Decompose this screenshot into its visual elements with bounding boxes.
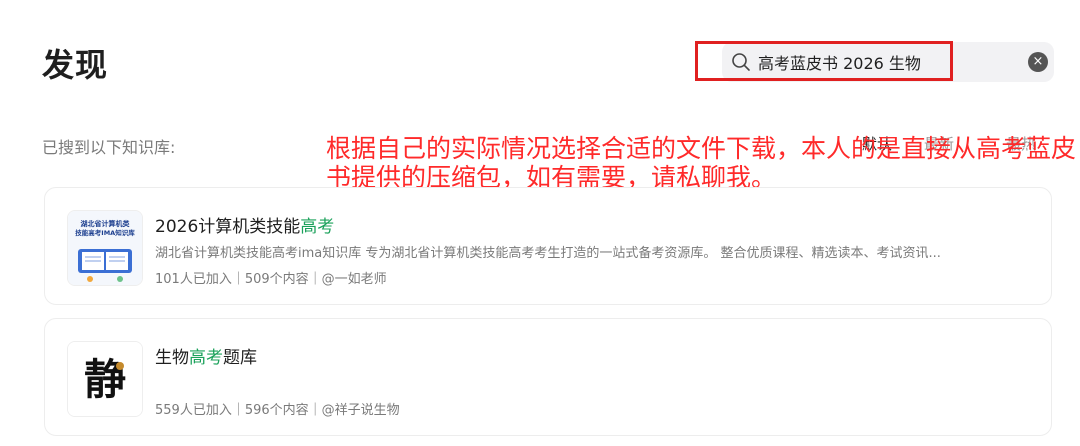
card-thumbnail: 静 — [67, 341, 143, 417]
search-input[interactable] — [758, 48, 948, 76]
thumb-line-1: 湖北省计算机类 — [81, 219, 131, 228]
card-title-prefix: 生物 — [155, 348, 189, 368]
card-meta: 559人已加入｜596个内容｜@祥子说生物 — [155, 403, 400, 418]
card-title-suffix: 题库 — [223, 348, 257, 368]
card-title[interactable]: 2026计算机类技能高考 — [155, 212, 334, 237]
red-annotation-text: 根据自己的实际情况选择合适的文件下载，本人的是直接从高考蓝皮书提供的压缩包，如有… — [326, 134, 1077, 192]
calligraphy-icon: 静 — [68, 342, 142, 416]
thumb-line-2: 技能高考IMA知识库 — [75, 228, 135, 237]
card-meta: 101人已加入｜509个内容｜@一如老师 — [155, 272, 387, 287]
card-title-highlight: 高考 — [300, 217, 335, 237]
page-title: 发现 — [42, 46, 109, 84]
card-title-highlight: 高考 — [189, 348, 223, 368]
knowledge-base-card[interactable]: 静 生物高考题库 559人已加入｜596个内容｜@祥子说生物 — [44, 318, 1052, 436]
book-cover-icon: 湖北省计算机类 技能高考IMA知识库 — [68, 211, 142, 285]
card-title[interactable]: 生物高考题库 — [155, 343, 257, 368]
results-label: 已搜到以下知识库: — [42, 138, 176, 157]
card-description: 湖北省计算机类技能高考ima知识库 专为湖北省计算机类技能高考考生打造的一站式备… — [155, 246, 941, 261]
card-thumbnail: 湖北省计算机类 技能高考IMA知识库 — [67, 210, 143, 286]
card-title-prefix: 2026计算机类技能 — [155, 217, 301, 237]
knowledge-base-card[interactable]: 湖北省计算机类 技能高考IMA知识库 2026计算机类技能高考 湖北省计算机类技… — [44, 187, 1052, 305]
search-icon — [732, 53, 750, 71]
clear-icon[interactable]: × — [1028, 52, 1048, 72]
